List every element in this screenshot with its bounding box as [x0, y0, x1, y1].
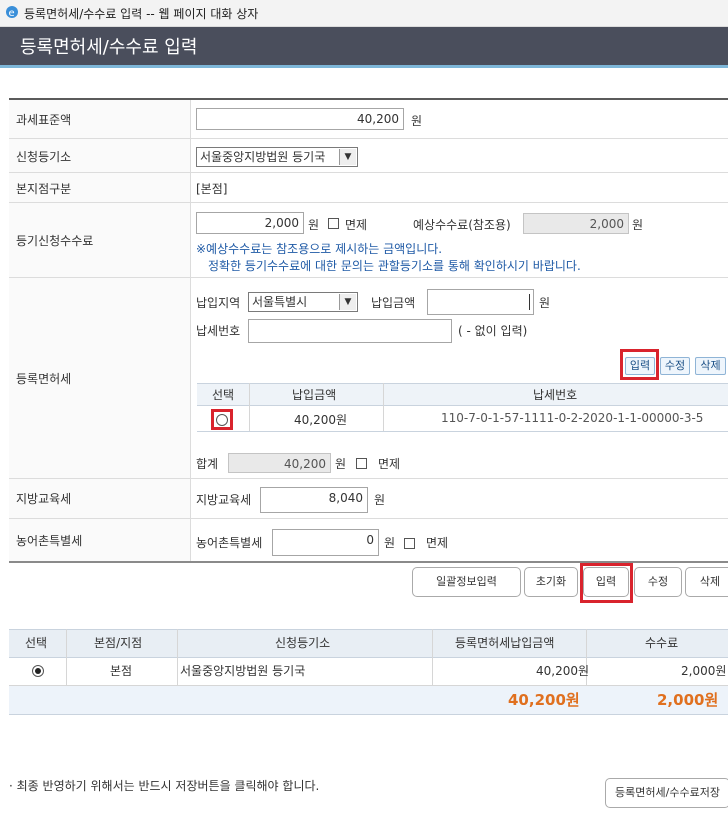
table-col-divider [249, 383, 250, 432]
sum-label: 합계 [196, 457, 219, 471]
summary-row-tax: 40,200원 [536, 664, 590, 678]
amount-input[interactable] [427, 289, 534, 315]
rural-tax-unit: 원 [384, 536, 396, 550]
summary-header-cell: 선택 [25, 636, 48, 650]
delete-button[interactable]: 삭제 [685, 567, 728, 597]
rural-tax-field-label: 농어촌특별세 [196, 536, 263, 550]
tax-delete-button[interactable]: 삭제 [695, 357, 726, 375]
tax-base-label: 과세표준액 [16, 113, 72, 127]
row-divider [9, 202, 728, 203]
summary-header-cell: 본점/지점 [94, 636, 143, 650]
rural-tax-input[interactable]: 0 [272, 529, 379, 556]
sum-input: 40,200 [228, 453, 331, 473]
summary-row-radio[interactable] [32, 665, 44, 677]
expected-fee-label: 예상수수료(참조용) [413, 218, 511, 232]
taxno-label: 납세번호 [196, 324, 241, 338]
row-divider [9, 277, 728, 278]
taxno-hint: ( - 없이 입력) [458, 324, 528, 338]
chevron-down-icon: ▼ [339, 149, 356, 165]
row-divider [9, 172, 728, 173]
row-divider [9, 518, 728, 519]
summary-total-row [9, 685, 728, 715]
branch-value: [본점] [196, 182, 228, 196]
tax-table-header-cell: 납입금액 [292, 388, 337, 402]
edu-tax-input[interactable]: 8,040 [260, 487, 368, 513]
bulk-input-button[interactable]: 일괄정보입력 [412, 567, 521, 597]
edu-tax-label: 지방교육세 [16, 492, 72, 506]
amount-unit: 원 [539, 296, 551, 310]
sum-exempt-label: 면제 [378, 457, 401, 471]
footer-notice: · 최종 반영하기 위해서는 반드시 저장버튼을 클릭해야 합니다. [9, 779, 320, 793]
amount-label: 납입금액 [371, 296, 416, 310]
summary-total-fee: 2,000원 [657, 691, 719, 709]
summary-row-registry: 서울중앙지방법원 등기국 [180, 664, 306, 678]
summary-col-divider [177, 629, 178, 685]
region-selected: 서울특별시 [252, 295, 308, 309]
registry-selected: 서울중앙지방법원 등기국 [200, 150, 326, 164]
taxno-input[interactable] [248, 319, 452, 343]
registry-label: 신청등기소 [16, 150, 72, 164]
rural-exempt-label: 면제 [426, 536, 449, 550]
license-tax-label: 등록면허세 [16, 372, 72, 386]
summary-col-divider [66, 629, 67, 685]
edu-tax-unit: 원 [374, 493, 386, 507]
summary-header-cell: 수수료 [645, 636, 679, 650]
summary-row-fee: 2,000원 [681, 664, 727, 678]
fee-notice-1: ※예상수수료는 참조용으로 제시하는 금액입니다. [196, 242, 443, 256]
page-header: 등록면허세/수수료 입력 [0, 27, 728, 65]
tax-base-unit: 원 [411, 114, 423, 128]
registry-select[interactable]: 서울중앙지방법원 등기국 ▼ [196, 147, 358, 167]
tax-edit-button[interactable]: 수정 [660, 357, 690, 375]
table-col-divider [383, 383, 384, 432]
ie-icon: e [6, 6, 18, 19]
fee-label: 등기신청수수료 [16, 234, 94, 248]
tax-row-taxno: 110-7-0-1-57-1111-0-2-2020-1-1-00000-3-5 [441, 411, 704, 425]
fee-exempt-checkbox[interactable] [328, 218, 339, 229]
summary-total-tax: 40,200원 [508, 691, 580, 709]
window-titlebar: e 등록면허세/수수료 입력 -- 웹 페이지 대화 상자 [0, 0, 728, 27]
tax-table-header-cell: 납세번호 [533, 388, 578, 402]
highlight-box [580, 563, 633, 603]
edit-button[interactable]: 수정 [634, 567, 682, 597]
region-select[interactable]: 서울특별시 ▼ [248, 292, 358, 312]
fee-input[interactable]: 2,000 [196, 212, 304, 234]
summary-header-cell: 등록면허세납입금액 [455, 636, 555, 650]
chevron-down-icon: ▼ [339, 294, 356, 310]
table-bottom-border [197, 431, 728, 432]
region-label: 납입지역 [196, 296, 241, 310]
summary-row-branch: 본점 [110, 664, 133, 678]
edu-tax-field-label: 지방교육세 [196, 493, 252, 507]
save-button[interactable]: 등록면허세/수수료저장 [605, 778, 728, 808]
expected-fee-unit: 원 [632, 218, 644, 232]
rural-exempt-checkbox[interactable] [404, 538, 415, 549]
summary-header-cell: 신청등기소 [275, 636, 331, 650]
tax-table-header [197, 383, 728, 406]
svg-text:e: e [9, 8, 15, 19]
highlight-box [211, 409, 233, 430]
expected-fee-input: 2,000 [523, 213, 629, 234]
page-title: 등록면허세/수수료 입력 [20, 37, 198, 58]
fee-unit: 원 [308, 218, 320, 232]
tax-base-input[interactable]: 40,200 [196, 108, 404, 130]
rural-tax-label: 농어촌특별세 [16, 534, 83, 548]
header-divider [0, 65, 728, 68]
row-divider [9, 478, 728, 479]
row-divider [9, 138, 728, 139]
fee-notice-2: 정확한 등기수수료에 대한 문의는 관할등기소를 통해 확인하시기 바랍니다. [208, 259, 581, 273]
sum-unit: 원 [335, 457, 347, 471]
fee-exempt-label: 면제 [345, 218, 368, 232]
highlight-box [620, 349, 659, 380]
tax-row-amount: 40,200원 [294, 413, 348, 427]
sum-exempt-checkbox[interactable] [356, 458, 367, 469]
reset-button[interactable]: 초기화 [524, 567, 578, 597]
tax-table-header-cell: 선택 [212, 388, 235, 402]
branch-label: 본지점구분 [16, 182, 72, 196]
window-title: 등록면허세/수수료 입력 -- 웹 페이지 대화 상자 [24, 7, 259, 21]
text-cursor [529, 294, 530, 310]
